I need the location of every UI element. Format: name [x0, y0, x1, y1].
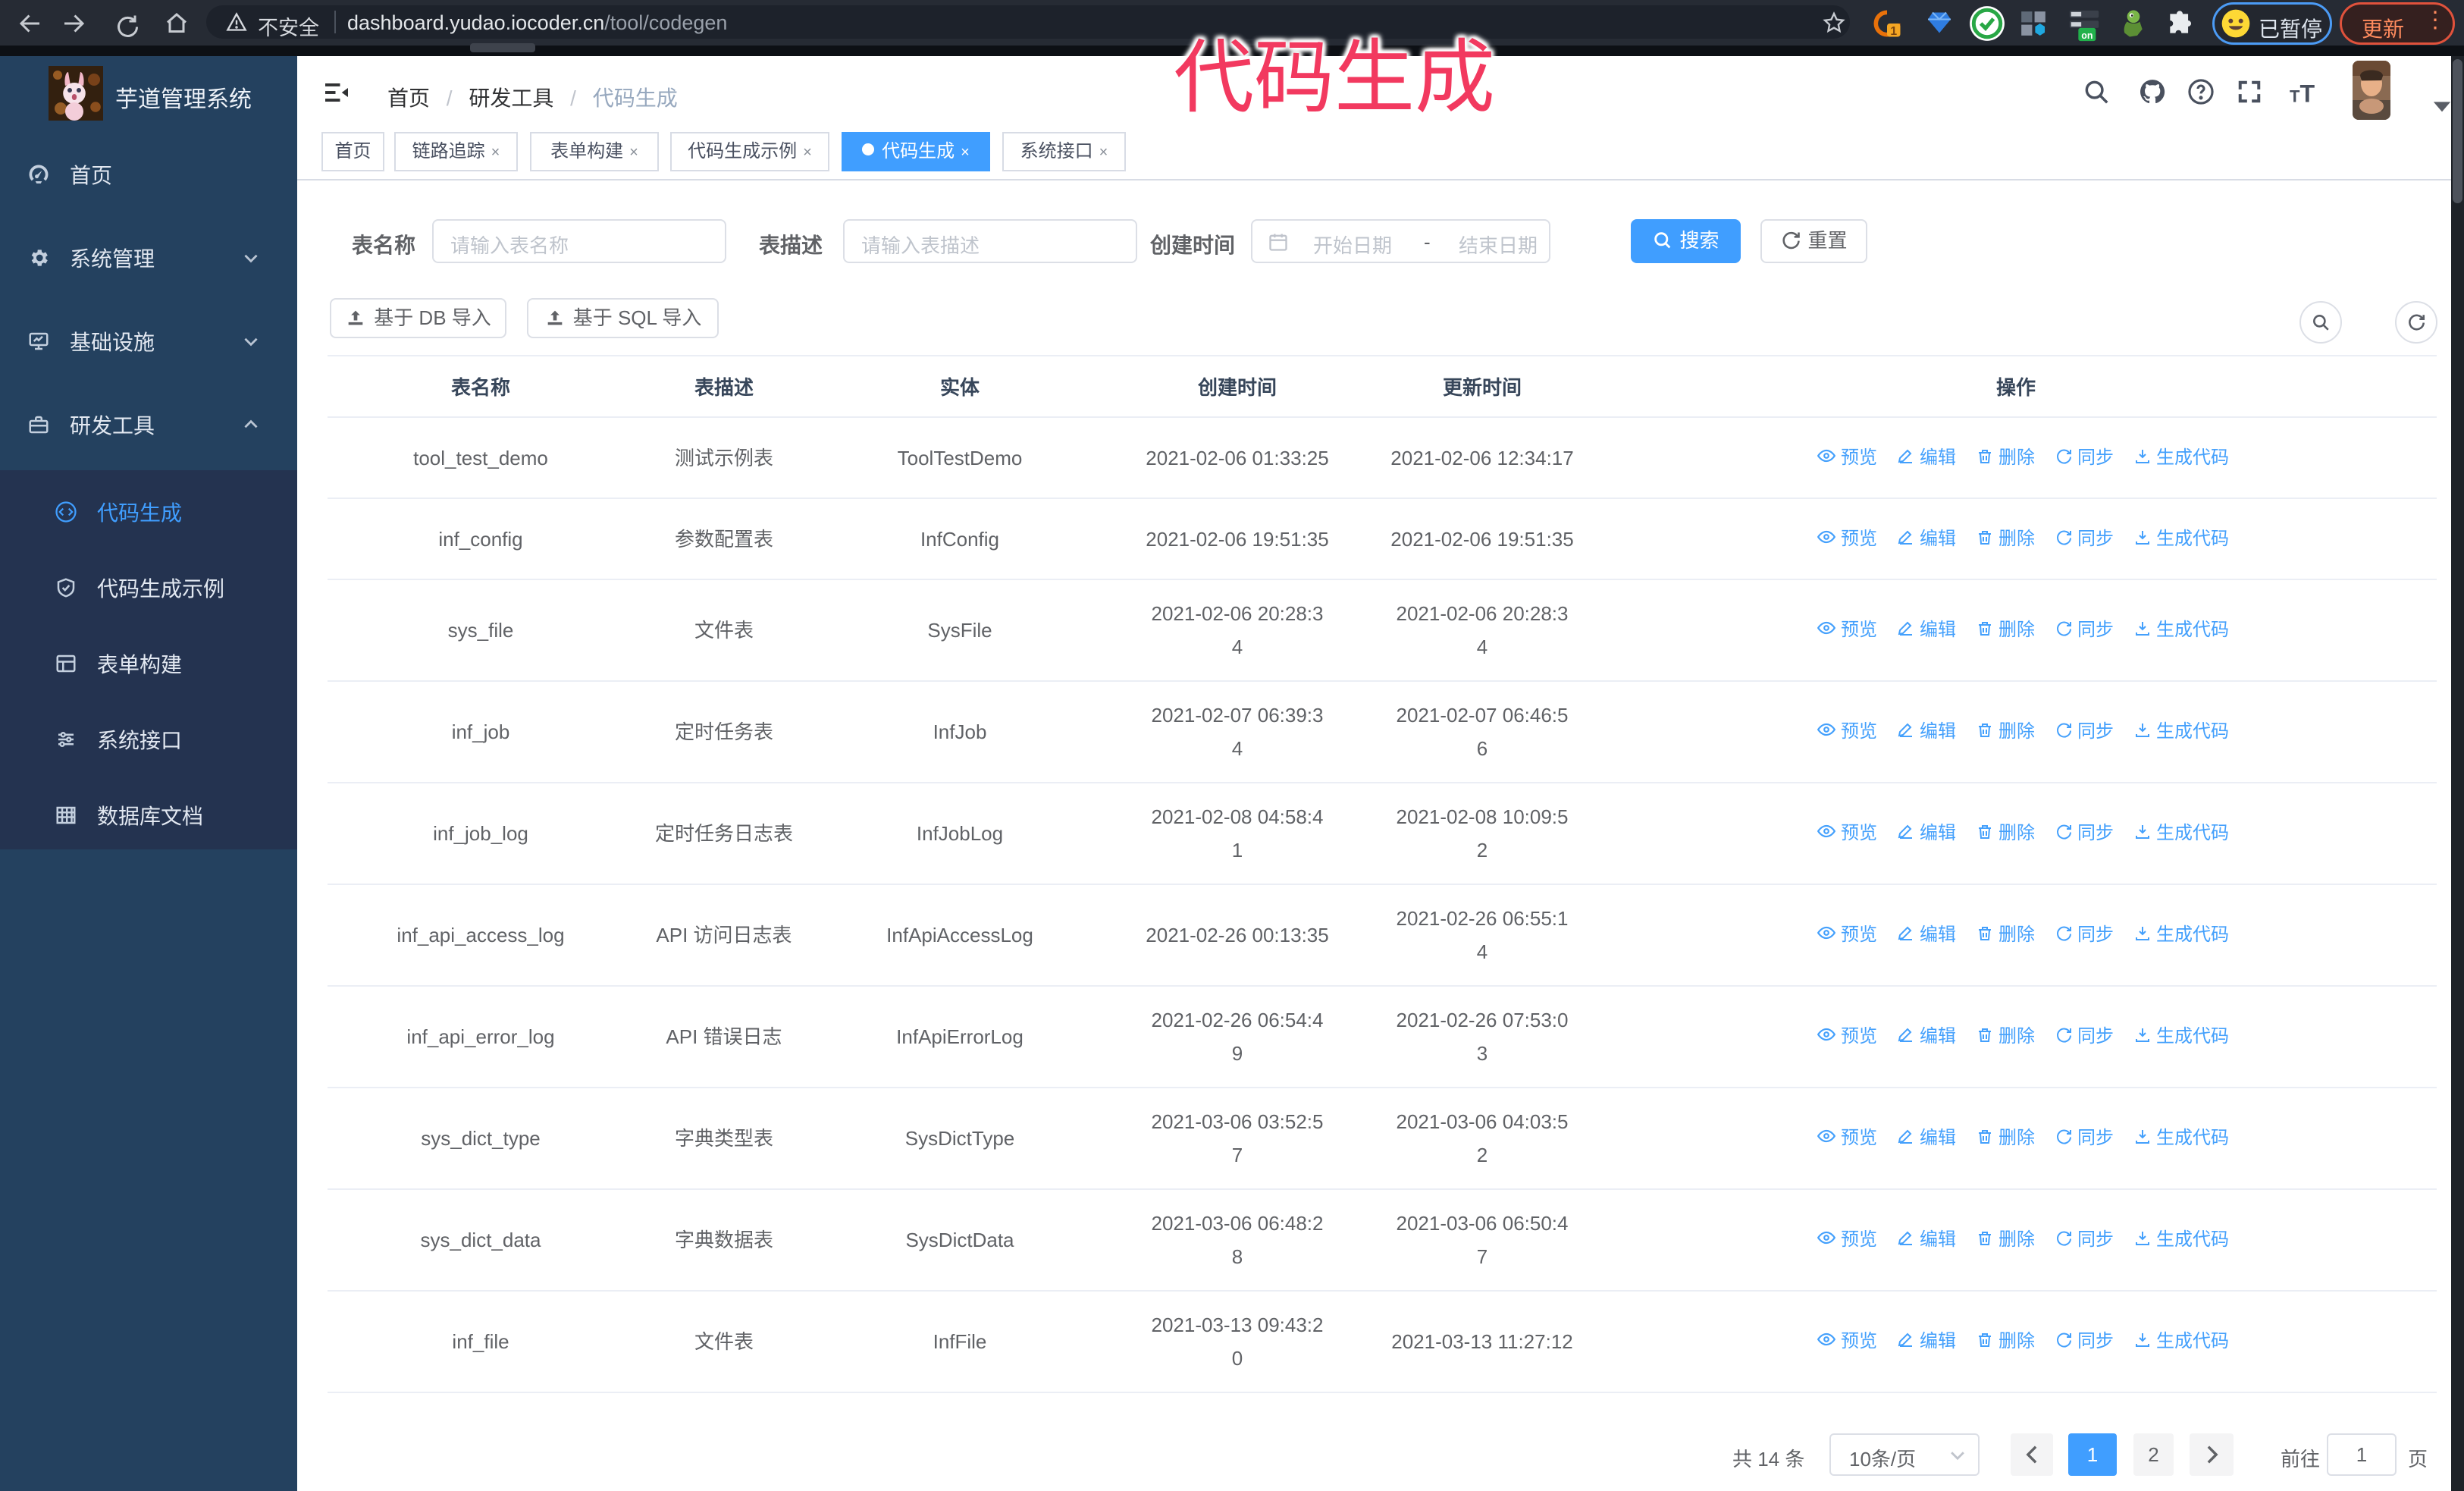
svg-text:on: on [2081, 30, 2093, 41]
svg-text:T: T [2290, 87, 2300, 106]
svg-text:1: 1 [1890, 25, 1897, 38]
svg-text:T: T [2300, 80, 2315, 106]
